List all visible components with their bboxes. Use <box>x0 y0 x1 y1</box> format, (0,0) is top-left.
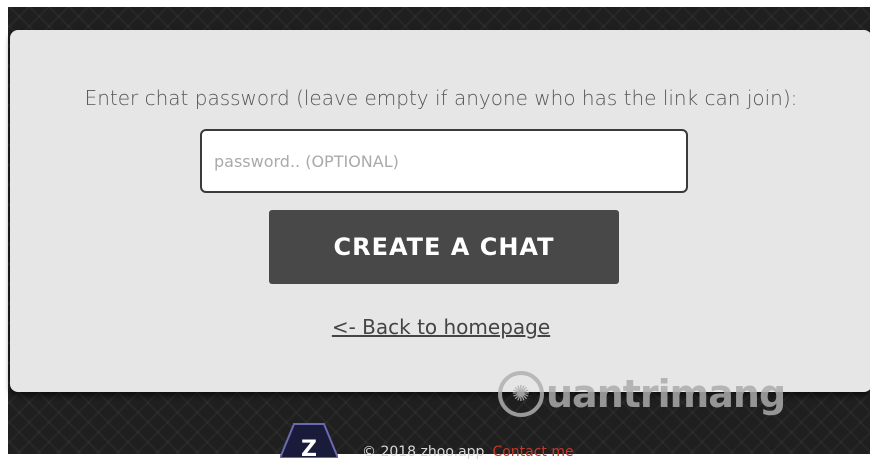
app-logo-icon[interactable]: Z <box>278 418 340 462</box>
top-edge <box>0 0 870 7</box>
create-chat-button[interactable]: CREATE A CHAT <box>269 210 619 284</box>
create-chat-card: Enter chat password (leave empty if anyo… <box>10 30 870 392</box>
watermark: ✺ uantrimang <box>498 364 786 424</box>
lightbulb-icon: ✺ <box>498 371 544 417</box>
footer: Z © 2018 zhoo.app Contact me <box>278 418 574 462</box>
copyright-text: © 2018 zhoo.app <box>362 444 485 460</box>
watermark-text: uantrimang <box>546 372 786 416</box>
logo-letter: Z <box>301 437 317 458</box>
contact-link[interactable]: Contact me <box>492 444 573 460</box>
left-edge <box>0 0 8 454</box>
password-input[interactable] <box>200 129 688 193</box>
password-prompt: Enter chat password (leave empty if anyo… <box>84 86 798 110</box>
back-to-homepage-link[interactable]: <- Back to homepage <box>10 315 870 339</box>
